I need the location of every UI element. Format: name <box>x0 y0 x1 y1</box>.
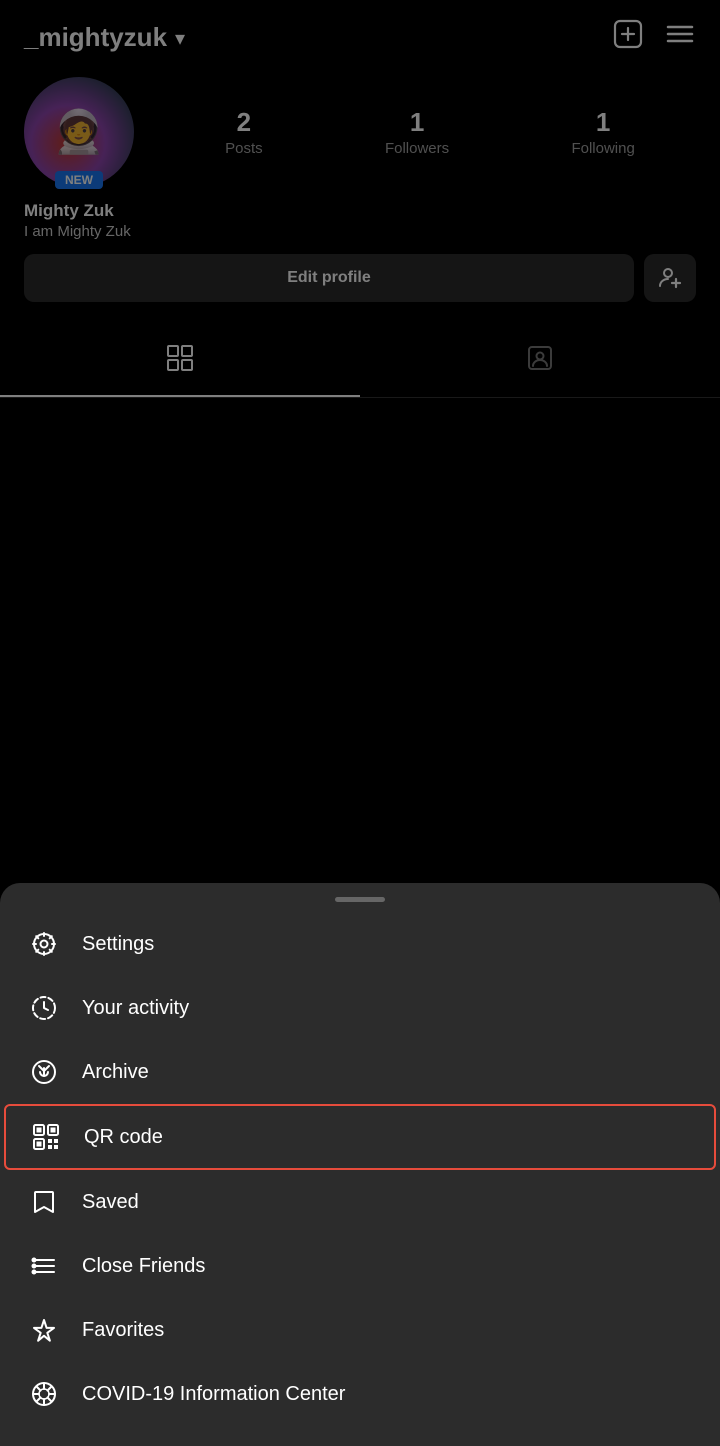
menu-item-favorites[interactable]: Favorites <box>0 1298 720 1362</box>
favorites-icon <box>28 1316 60 1344</box>
menu-item-qr-code[interactable]: QR code <box>4 1104 716 1170</box>
menu-item-close-friends[interactable]: Close Friends <box>0 1234 720 1298</box>
handle-bar <box>335 897 385 902</box>
menu-item-your-activity[interactable]: Your activity <box>0 976 720 1040</box>
menu-item-archive[interactable]: Archive <box>0 1040 720 1104</box>
covid-label: COVID-19 Information Center <box>82 1383 345 1406</box>
saved-label: Saved <box>82 1191 139 1214</box>
archive-label: Archive <box>82 1061 149 1084</box>
menu-item-saved[interactable]: Saved <box>0 1170 720 1234</box>
menu-item-settings[interactable]: Settings <box>0 912 720 976</box>
your-activity-label: Your activity <box>82 997 189 1020</box>
qr-code-label: QR code <box>84 1126 163 1149</box>
settings-icon <box>28 930 60 958</box>
saved-icon <box>28 1188 60 1216</box>
menu-item-covid[interactable]: COVID-19 Information Center <box>0 1362 720 1426</box>
archive-icon <box>28 1058 60 1086</box>
side-menu-drawer: Settings Your activity Archive <box>0 883 720 1446</box>
close-friends-label: Close Friends <box>82 1255 205 1278</box>
activity-icon <box>28 994 60 1022</box>
favorites-label: Favorites <box>82 1319 164 1342</box>
drawer-handle[interactable] <box>0 883 720 912</box>
close-friends-icon <box>28 1252 60 1280</box>
qr-code-icon <box>30 1122 62 1152</box>
settings-label: Settings <box>82 933 154 956</box>
covid-icon <box>28 1380 60 1408</box>
